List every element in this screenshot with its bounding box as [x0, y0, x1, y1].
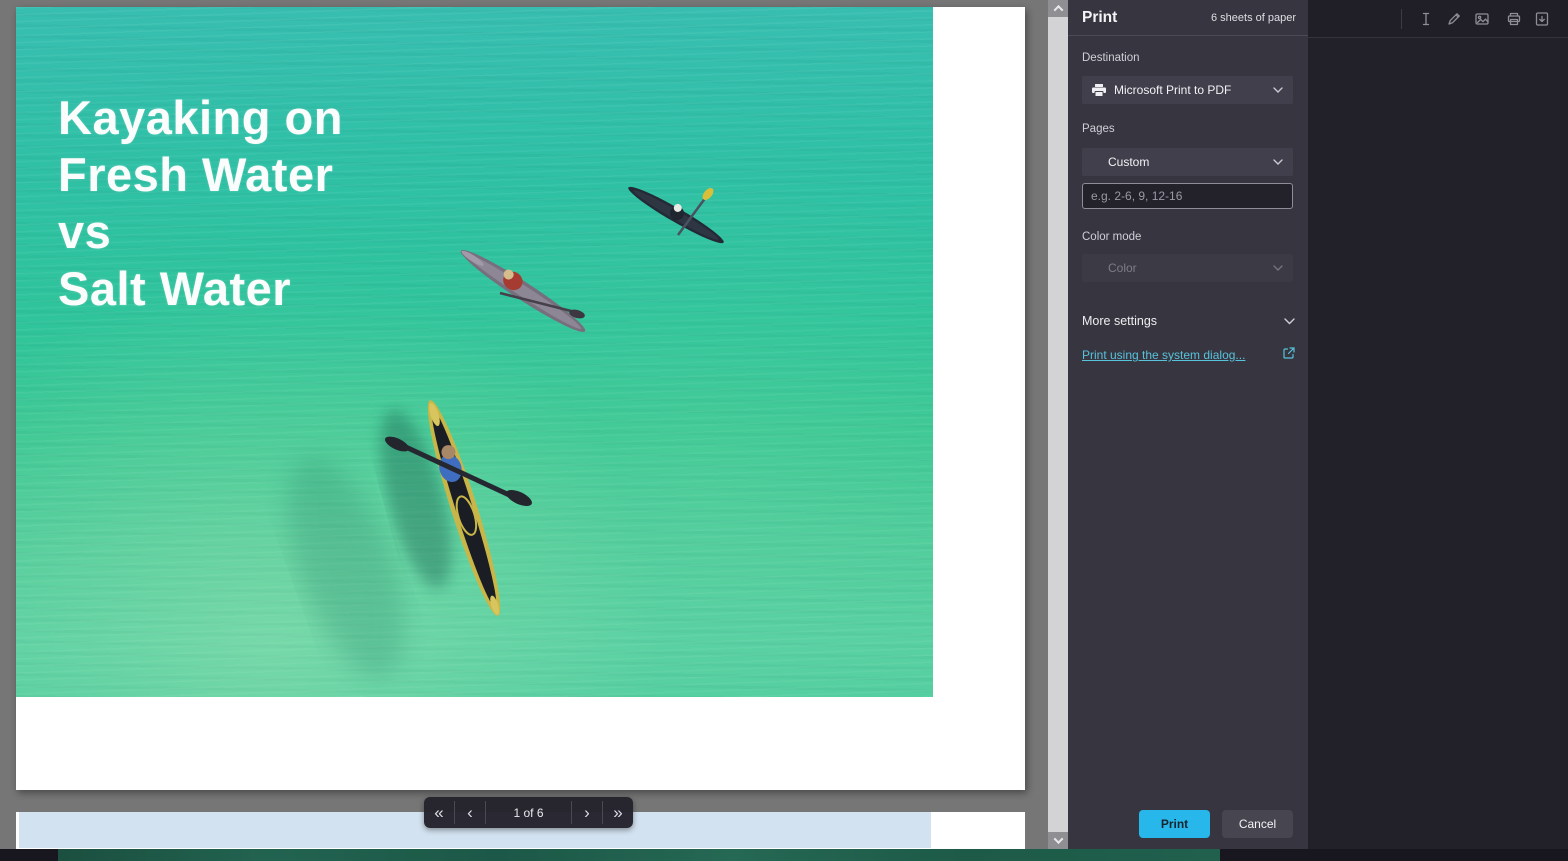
cancel-button[interactable]: Cancel	[1222, 810, 1293, 838]
color-mode-value: Color	[1108, 261, 1137, 275]
last-page-button[interactable]: »	[603, 797, 633, 828]
slide-title-line: Fresh Water	[58, 148, 334, 201]
more-settings-toggle[interactable]: More settings	[1082, 314, 1295, 328]
system-dialog-row: Print using the system dialog...	[1082, 346, 1295, 364]
pages-value: Custom	[1108, 155, 1150, 169]
save-icon[interactable]	[1528, 5, 1556, 33]
print-dialog-header: Print 6 sheets of paper	[1068, 0, 1308, 36]
kayaker-top-right	[628, 186, 724, 244]
next-page-button[interactable]: ›	[572, 797, 602, 828]
pages-label: Pages	[1082, 123, 1115, 135]
toolbar-divider	[1401, 8, 1402, 29]
destination-value: Microsoft Print to PDF	[1114, 83, 1232, 97]
scroll-down-button[interactable]	[1048, 832, 1068, 849]
dialog-footer: Print Cancel	[1139, 810, 1293, 838]
text-cursor-icon[interactable]	[1412, 5, 1440, 33]
print-dialog: Print 6 sheets of paper Destination Micr…	[1068, 0, 1308, 849]
kayaker-middle	[460, 249, 586, 333]
color-mode-label: Color mode	[1082, 231, 1142, 243]
destination-label: Destination	[1082, 52, 1140, 64]
chevron-down-icon	[1273, 159, 1283, 165]
system-dialog-link[interactable]: Print using the system dialog...	[1082, 348, 1245, 362]
destination-select[interactable]: Microsoft Print to PDF	[1082, 76, 1293, 104]
preview-page-1: Kayaking on Fresh Water vs Salt Water	[16, 7, 1025, 790]
custom-pages-input[interactable]	[1082, 183, 1293, 209]
print-dialog-title: Print	[1082, 8, 1118, 26]
previous-page-button[interactable]: ‹	[455, 797, 485, 828]
scroll-up-button[interactable]	[1048, 0, 1068, 17]
first-page-button[interactable]: «	[424, 797, 454, 828]
scrollbar-thumb[interactable]	[1048, 17, 1068, 832]
image-icon[interactable]	[1468, 5, 1496, 33]
slide-title-line: Salt Water	[58, 262, 292, 315]
preview-scrollbar[interactable]	[1048, 0, 1068, 849]
chevron-down-icon	[1273, 87, 1283, 93]
bottom-edge-strip	[0, 849, 1568, 861]
pages-select[interactable]: Custom	[1082, 148, 1293, 176]
chevron-down-icon	[1053, 834, 1063, 845]
slide-title: Kayaking on Fresh Water vs Salt Water	[58, 89, 343, 317]
next-page-image-sliver	[58, 849, 1220, 861]
page-indicator: 1 of 6	[513, 805, 544, 820]
pen-icon[interactable]	[1440, 5, 1468, 33]
viewer-toolbar	[1308, 0, 1568, 38]
sheets-summary: 6 sheets of paper	[1210, 11, 1296, 24]
printer-icon[interactable]	[1500, 5, 1528, 33]
slide-title-line: vs	[58, 205, 112, 258]
chevron-down-icon	[1284, 317, 1295, 325]
printer-icon	[1092, 83, 1106, 97]
slide-ocean-photo: Kayaking on Fresh Water vs Salt Water	[16, 7, 933, 697]
page-navigation-bar: « ‹ 1 of 6 › »	[424, 797, 633, 828]
print-preview-area: Kayaking on Fresh Water vs Salt Water « …	[0, 0, 1048, 861]
print-button[interactable]: Print	[1139, 810, 1210, 838]
chevron-up-icon	[1053, 4, 1063, 15]
pdf-viewer-background	[1308, 0, 1568, 861]
chevron-down-icon	[1273, 265, 1283, 271]
color-mode-select: Color	[1082, 254, 1293, 282]
more-settings-label: More settings	[1082, 314, 1158, 328]
slide-title-line: Kayaking on	[58, 91, 343, 144]
external-link-icon	[1283, 346, 1295, 364]
